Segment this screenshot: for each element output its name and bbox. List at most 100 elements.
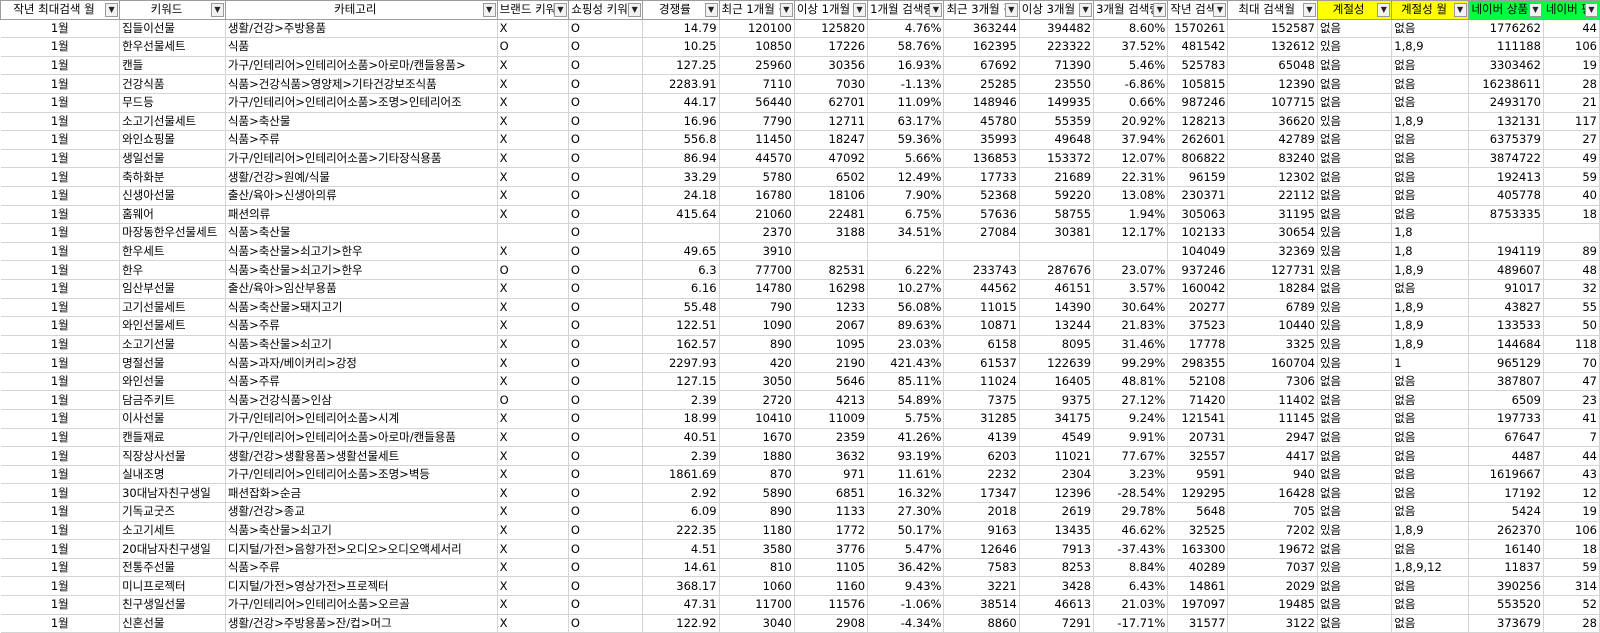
table-cell[interactable]: 25285 [943,74,1020,94]
table-cell[interactable]: 194119 [1468,242,1544,262]
table-cell[interactable]: X [497,298,569,318]
table-cell[interactable]: 153372 [1019,149,1095,169]
table-cell[interactable]: 27084 [943,223,1020,243]
table-cell[interactable]: 1월 [0,279,121,299]
table-cell[interactable]: 식품>건강식품>영양제>기타건강보조식품 [225,74,498,94]
table-cell[interactable]: 없음 [1391,56,1469,76]
table-cell[interactable]: 136853 [943,149,1020,169]
table-cell[interactable]: 1월 [0,223,121,243]
table-cell[interactable]: 11024 [943,372,1020,392]
column-header-6[interactable]: 최근 1개월 검 ▼ [718,0,795,20]
table-cell[interactable]: 19 [1543,502,1600,522]
table-cell[interactable]: 없음 [1317,74,1393,94]
table-cell[interactable]: 16428 [1227,483,1318,504]
table-cell[interactable]: 식품>축산물>쇠고기>한우 [225,260,498,280]
table-cell[interactable]: 1월 [0,576,121,596]
table-cell[interactable]: X [497,539,569,559]
table-cell[interactable]: 패션의류 [225,205,498,225]
table-cell[interactable]: X [497,149,569,169]
table-cell[interactable]: 44570 [719,149,795,169]
table-cell[interactable]: 직장상사선물 [119,446,226,466]
table-cell[interactable]: 34.51% [867,223,945,243]
table-cell[interactable]: 9591 [1167,465,1229,485]
table-cell[interactable]: 132131 [1468,112,1544,132]
table-cell[interactable]: 34175 [1019,409,1095,429]
table-cell[interactable]: -28.54% [1093,483,1169,504]
table-cell[interactable]: X [497,576,569,596]
table-cell[interactable]: 89 [1543,242,1600,262]
table-cell[interactable]: 3632 [794,446,869,466]
table-cell[interactable]: 85.11% [867,372,945,392]
table-cell[interactable]: 1월 [0,149,121,169]
table-cell[interactable]: 없음 [1317,428,1393,448]
table-cell[interactable]: 2720 [719,390,795,411]
table-cell[interactable]: 1월 [0,93,121,113]
table-cell[interactable]: X [497,614,569,633]
filter-dropdown-icon[interactable]: ▼ [1153,3,1167,17]
table-cell[interactable]: 55 [1543,298,1600,318]
table-cell[interactable]: 11402 [1227,390,1318,411]
table-cell[interactable]: 47 [1543,372,1600,392]
table-cell[interactable]: 105815 [1167,74,1229,94]
table-cell[interactable]: 16.32% [867,483,945,504]
table-cell[interactable]: 117 [1543,112,1600,132]
table-cell[interactable]: 31195 [1227,205,1318,225]
table-cell[interactable]: 없음 [1391,74,1469,94]
table-cell[interactable]: 1월 [0,260,121,280]
table-cell[interactable]: 77.67% [1093,446,1169,466]
table-cell[interactable]: O [568,576,644,596]
table-cell[interactable]: 314 [1543,576,1600,596]
filter-dropdown-icon[interactable]: ▼ [1528,3,1542,17]
table-cell[interactable]: 식품>건강식품>인삼 [225,390,498,411]
table-cell[interactable]: 890 [719,335,795,355]
table-cell[interactable]: 937246 [1167,260,1229,280]
table-cell[interactable]: O [568,242,644,262]
table-cell[interactable]: 27.30% [867,502,945,522]
table-cell[interactable]: 16405 [1019,372,1095,392]
table-cell[interactable]: 2947 [1227,428,1318,448]
table-cell[interactable]: 21 [1543,93,1600,113]
table-cell[interactable]: 와인선물세트 [119,316,226,336]
table-cell[interactable]: 54.89% [867,390,945,411]
table-cell[interactable]: O [568,279,644,299]
table-cell[interactable]: 담금주키트 [119,390,226,411]
column-header-11[interactable]: 3개월 검색량 ▼ [1093,0,1169,20]
table-cell[interactable]: -37.43% [1093,539,1169,559]
table-cell[interactable]: 6.75% [867,205,945,225]
table-cell[interactable]: 106 [1543,521,1600,541]
table-cell[interactable]: 152587 [1227,19,1318,39]
table-cell[interactable]: 415.64 [642,205,720,225]
table-cell[interactable]: 한우세트 [119,242,226,262]
table-cell[interactable]: 없음 [1317,56,1393,76]
filter-dropdown-icon[interactable]: ▼ [628,3,642,17]
table-cell[interactable]: 없음 [1317,614,1393,633]
table-cell[interactable]: 생활/건강>주방용품>잔/컵>머그 [225,614,498,633]
table-cell[interactable]: 1,8,9 [1391,335,1469,355]
table-cell[interactable]: 없음 [1317,19,1393,39]
table-cell[interactable]: 있음 [1317,335,1393,355]
table-cell[interactable]: X [497,19,569,39]
table-cell[interactable]: 2619 [1019,502,1095,522]
table-cell[interactable]: 1월 [0,465,121,485]
table-cell[interactable]: 14780 [719,279,795,299]
table-cell[interactable]: X [497,74,569,94]
table-cell[interactable]: 1880 [719,446,795,466]
table-cell[interactable]: 23550 [1019,74,1095,94]
filter-dropdown-icon[interactable]: ▼ [1453,3,1467,17]
table-cell[interactable]: 1776262 [1468,19,1544,39]
table-cell[interactable]: 1105 [794,558,869,578]
table-cell[interactable]: 없음 [1391,428,1469,448]
table-cell[interactable]: 3188 [794,223,869,243]
table-cell[interactable]: O [568,558,644,578]
table-cell[interactable]: 17733 [943,167,1020,187]
table-cell[interactable]: 52368 [943,186,1020,206]
table-cell[interactable]: 16298 [794,279,869,299]
table-cell[interactable]: 없음 [1391,93,1469,113]
table-cell[interactable]: 없음 [1391,539,1469,559]
table-cell[interactable]: 7037 [1227,558,1318,578]
table-cell[interactable]: 없음 [1391,390,1469,411]
table-cell[interactable]: O [568,428,644,448]
table-cell[interactable]: 디지털/가전>영상가전>프로젝터 [225,576,498,596]
table-cell[interactable]: 37523 [1167,316,1229,336]
table-cell[interactable]: 55359 [1019,112,1095,132]
